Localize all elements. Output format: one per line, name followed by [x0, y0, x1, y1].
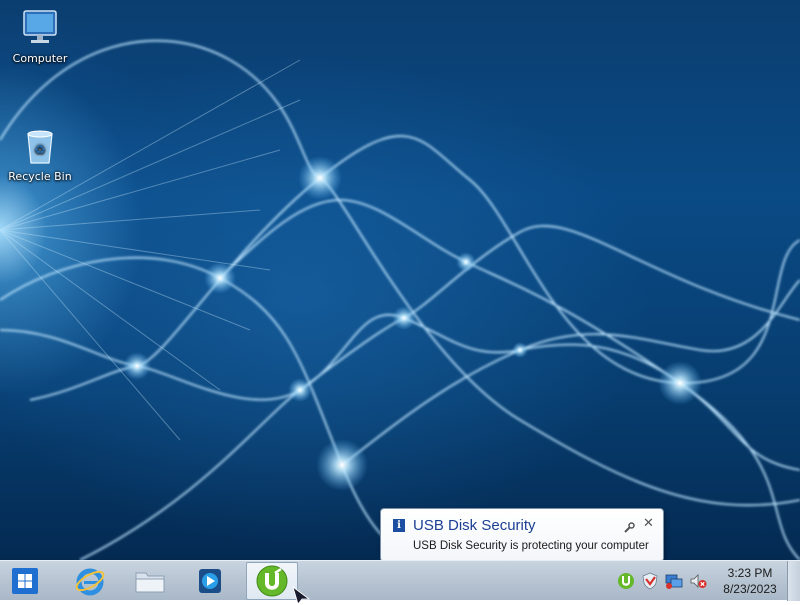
computer-icon — [20, 8, 60, 48]
desktop-icon-label: Recycle Bin — [8, 170, 72, 183]
notification-balloon[interactable]: i USB Disk Security USB Disk Security is… — [380, 508, 664, 560]
system-tray: 3:23 PM 8/23/2023 — [0, 561, 800, 601]
desktop-icon-label: Computer — [12, 52, 68, 65]
svg-text:♻: ♻ — [34, 143, 46, 158]
desktop-icon-computer[interactable]: Computer — [0, 8, 80, 65]
desktop: Computer ♻ Recycle Bin i USB Disk Securi… — [0, 0, 800, 560]
wallpaper — [0, 39, 800, 560]
taskbar-clock[interactable]: 3:23 PM 8/23/2023 — [712, 565, 788, 597]
network-icon[interactable] — [664, 571, 684, 591]
recycle-bin-icon: ♻ — [20, 126, 60, 166]
utorrent-tray-icon[interactable] — [616, 571, 636, 591]
close-icon[interactable]: ✕ — [643, 516, 654, 531]
show-desktop-button[interactable] — [787, 561, 800, 601]
notification-message: USB Disk Security is protecting your com… — [413, 540, 649, 552]
wrench-settings-icon[interactable] — [623, 519, 635, 533]
taskbar: 3:23 PM 8/23/2023 — [0, 560, 800, 605]
info-icon: i — [393, 519, 405, 532]
clock-time: 3:23 PM — [727, 566, 773, 580]
volume-muted-icon[interactable] — [688, 571, 708, 591]
desktop-icon-recycle-bin[interactable]: ♻ Recycle Bin — [0, 126, 80, 183]
usb-disk-security-icon[interactable] — [640, 571, 660, 591]
notification-title: USB Disk Security — [413, 517, 536, 534]
clock-date: 8/23/2023 — [723, 582, 777, 596]
